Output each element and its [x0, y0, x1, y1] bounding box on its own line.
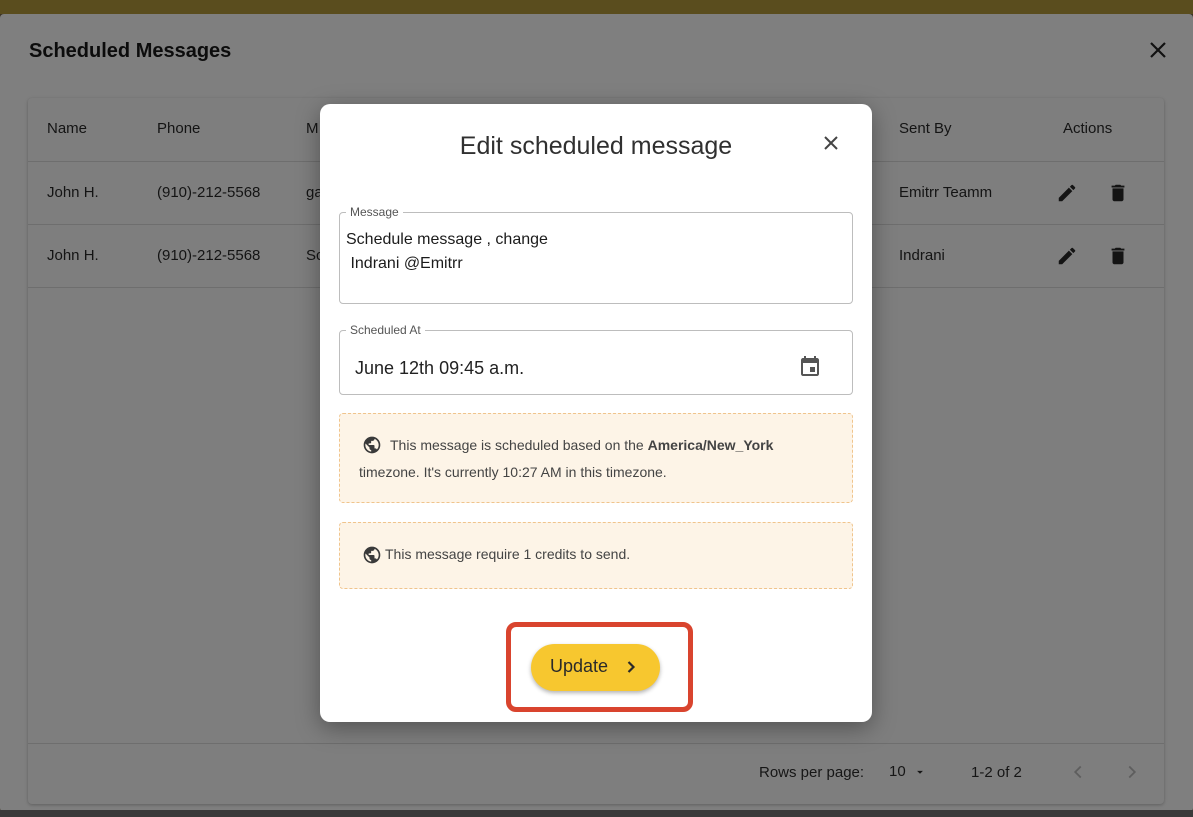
- update-button-label: Update: [550, 656, 609, 676]
- bottom-strip: [0, 810, 1193, 817]
- cell-sent-by: Indrani: [899, 247, 945, 264]
- column-header-sent-by[interactable]: Sent By: [899, 120, 952, 137]
- edit-scheduled-message-modal: Edit scheduled message Message Schedule …: [320, 104, 872, 722]
- cell-phone: (910)-212-5568: [157, 247, 261, 264]
- column-header-name[interactable]: Name: [47, 120, 87, 137]
- caret-down-icon: [916, 770, 923, 774]
- edit-icon[interactable]: [1056, 245, 1078, 267]
- calendar-icon[interactable]: [798, 354, 822, 378]
- dialog-title: Scheduled Messages: [29, 40, 232, 62]
- close-icon[interactable]: [1146, 38, 1170, 62]
- modal-title: Edit scheduled message: [459, 132, 733, 160]
- chevron-left-icon[interactable]: [1067, 761, 1089, 783]
- column-header-phone[interactable]: Phone: [157, 120, 200, 137]
- chevron-right-icon: [627, 661, 636, 673]
- scheduled-at-input[interactable]: June 12th 09:45 a.m.: [355, 358, 524, 379]
- column-header-actions: Actions: [1063, 120, 1113, 137]
- pagination-range: 1-2 of 2: [971, 764, 1022, 781]
- column-header-message[interactable]: M: [306, 120, 319, 137]
- scheduled-at-field[interactable]: Scheduled At June 12th 09:45 a.m.: [339, 324, 853, 395]
- rows-per-page-select[interactable]: 10: [889, 763, 927, 780]
- delete-icon[interactable]: [1107, 245, 1129, 267]
- delete-icon[interactable]: [1107, 182, 1129, 204]
- credits-info-text: This message require 1 credits to send.: [385, 546, 631, 562]
- globe-icon: [363, 436, 381, 454]
- chevron-right-icon[interactable]: [1121, 761, 1143, 783]
- credits-info-box: This message require 1 credits to send.: [339, 522, 853, 589]
- rows-per-page-label: Rows per page:: [759, 764, 865, 781]
- edit-icon[interactable]: [1056, 182, 1078, 204]
- update-button[interactable]: Update: [531, 644, 660, 691]
- timezone-info-box: This message is scheduled based on the A…: [339, 413, 853, 503]
- message-field[interactable]: Message Schedule message , change Indran…: [339, 206, 853, 304]
- timezone-info-line1: This message is scheduled based on the A…: [390, 437, 773, 453]
- scheduled-at-label: Scheduled At: [350, 323, 421, 337]
- cell-phone: (910)-212-5568: [157, 184, 261, 201]
- close-icon[interactable]: [819, 131, 843, 155]
- timezone-info-line2: timezone. It's currently 10:27 AM in thi…: [359, 464, 667, 480]
- cell-sent-by: Emitrr Teamm: [899, 184, 993, 201]
- message-input[interactable]: Schedule message , change Indrani @Emitr…: [346, 228, 548, 276]
- top-bar: [0, 0, 1193, 14]
- globe-icon: [363, 546, 381, 564]
- cell-name: John H.: [47, 184, 99, 201]
- timezone-info-prefix: This message is scheduled based on the: [390, 437, 648, 453]
- cell-name: John H.: [47, 247, 99, 264]
- divider: [28, 743, 1164, 744]
- rows-per-page-value: 10: [889, 763, 906, 780]
- message-label: Message: [350, 205, 399, 219]
- timezone-name: America/New_York: [647, 437, 774, 453]
